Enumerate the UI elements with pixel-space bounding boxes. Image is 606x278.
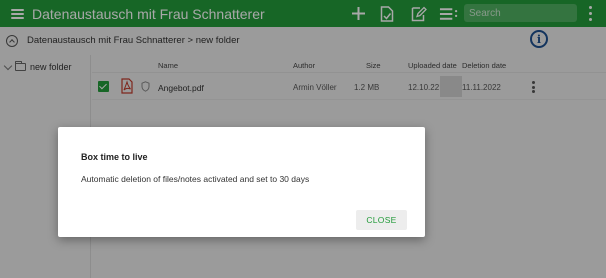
dialog-message: Automatic deletion of files/notes activa… (81, 174, 310, 184)
dialog-title: Box time to live (81, 152, 148, 162)
close-button[interactable]: CLOSE (356, 210, 407, 230)
ttl-dialog: Box time to live Automatic deletion of f… (58, 127, 425, 237)
